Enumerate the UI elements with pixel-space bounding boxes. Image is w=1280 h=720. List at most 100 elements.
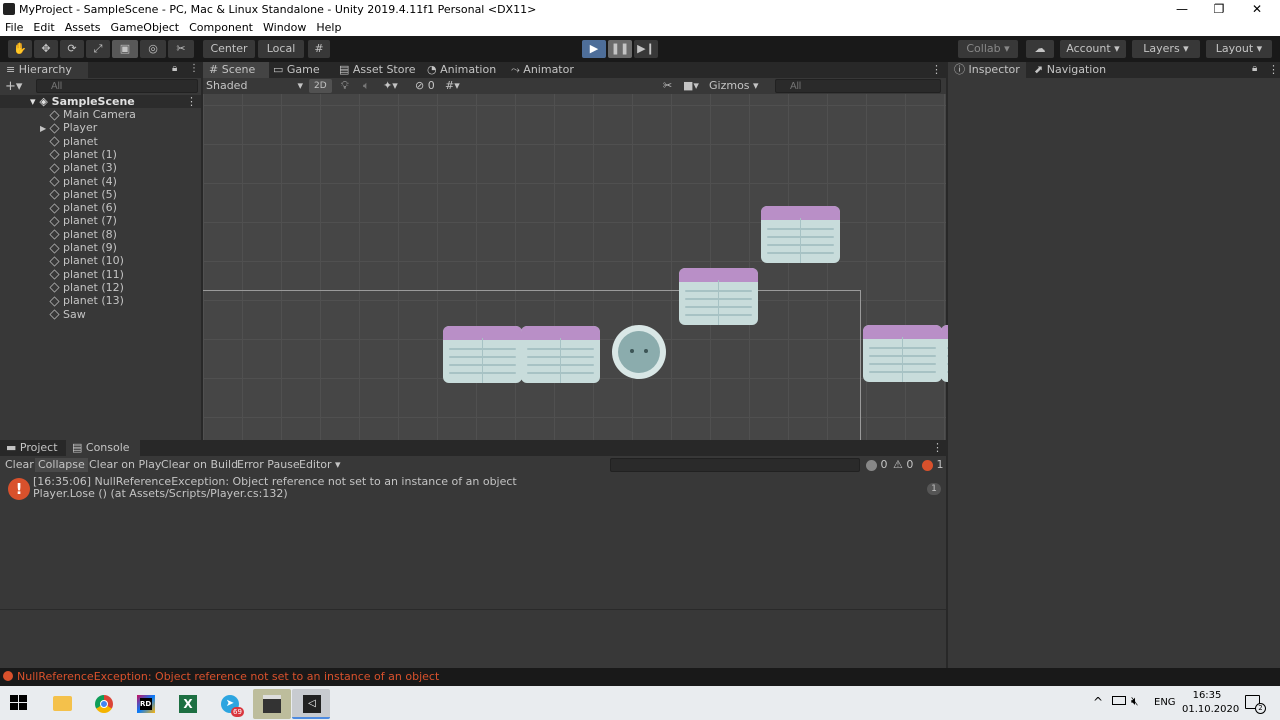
menu-help[interactable]: Help <box>311 19 346 36</box>
hierarchy-search-input[interactable] <box>36 79 198 93</box>
windows-start-icon[interactable] <box>10 695 28 711</box>
error-pause-button[interactable]: Error Pause <box>234 458 303 472</box>
hierarchy-item[interactable]: planet (11) <box>0 268 124 281</box>
hierarchy-item[interactable]: planet (8) <box>0 228 117 241</box>
hierarchy-item[interactable]: planet (7) <box>0 214 117 227</box>
tab-animation[interactable]: ◔ Animation <box>427 62 496 78</box>
unity-taskbar-icon[interactable]: ◁ <box>292 689 330 719</box>
saw-sprite[interactable] <box>612 325 666 379</box>
hierarchy-item[interactable]: planet (13) <box>0 294 124 307</box>
notification-icon[interactable]: 2 <box>1245 695 1266 714</box>
tab-project[interactable]: ▬ Project <box>0 440 58 456</box>
clear-on-build-button[interactable]: Clear on Build <box>158 458 241 472</box>
hierarchy-item[interactable]: Saw <box>0 308 86 321</box>
pause-button[interactable]: ❚❚ <box>608 40 632 58</box>
shading-dropdown[interactable]: Shaded ▾ <box>206 78 303 94</box>
grid-snap-icon[interactable]: # <box>308 40 330 58</box>
console-menu-icon[interactable]: ⋮ <box>932 441 943 454</box>
scene-viewport[interactable] <box>203 94 1020 440</box>
gizmos-dropdown[interactable]: Gizmos ▾ <box>709 78 765 94</box>
lighting-icon[interactable]: 💡︎ <box>341 79 349 93</box>
planet-sprite[interactable] <box>443 326 522 383</box>
tab-inspector[interactable]: ⓘ Inspector <box>948 62 1026 78</box>
menu-edit[interactable]: Edit <box>28 19 59 36</box>
hierarchy-item[interactable]: planet (3) <box>0 161 117 174</box>
tab-animator[interactable]: ⤳ Animator <box>511 62 574 78</box>
custom-tool-icon[interactable]: ✂ <box>168 40 194 58</box>
panel-menu-icon[interactable]: ⋮ <box>189 63 199 74</box>
volume-icon[interactable]: 🔇︎ <box>1131 694 1139 709</box>
expand-arrow-icon[interactable]: ▶ <box>40 122 50 135</box>
audio-icon[interactable]: 🔈︎ <box>363 79 370 93</box>
menu-gameobject[interactable]: GameObject <box>106 19 185 36</box>
error-toggle[interactable]: 1 <box>922 458 944 472</box>
console-search-input[interactable] <box>610 458 860 472</box>
planet-sprite[interactable] <box>761 206 840 263</box>
hierarchy-item[interactable]: Main Camera <box>0 108 136 121</box>
warning-toggle[interactable]: ⚠ 0 <box>893 458 913 472</box>
hand-tool-icon[interactable]: ✋ <box>8 40 32 58</box>
hierarchy-item[interactable]: planet (9) <box>0 241 117 254</box>
camera-icon[interactable]: ■▾ <box>683 79 699 92</box>
chrome-icon[interactable] <box>85 689 123 719</box>
effects-icon[interactable]: ✦▾ <box>383 79 398 92</box>
collab-dropdown[interactable]: Collab ▾ <box>958 40 1018 58</box>
scene-root-item[interactable]: ▾ ◈ SampleScene <box>0 95 201 108</box>
hierarchy-item[interactable]: ▶ Player <box>0 121 97 134</box>
2d-toggle[interactable]: 2D <box>309 79 332 93</box>
battery-icon[interactable] <box>1112 696 1126 705</box>
step-button[interactable]: ▶❙ <box>634 40 658 58</box>
hierarchy-item[interactable]: planet <box>0 135 98 148</box>
rider-icon[interactable]: RD <box>127 689 165 719</box>
planet-sprite[interactable] <box>679 268 758 325</box>
clear-button[interactable]: Clear <box>2 458 37 472</box>
hierarchy-item[interactable]: planet (10) <box>0 254 124 267</box>
scene-menu-icon[interactable]: ⋮ <box>186 95 197 108</box>
cloud-icon[interactable]: ☁ <box>1026 40 1054 58</box>
console-entry[interactable]: ! [16:35:06] NullReferenceException: Obj… <box>0 473 946 507</box>
move-tool-icon[interactable]: ✥ <box>34 40 58 58</box>
media-app-icon[interactable] <box>253 689 291 719</box>
hierarchy-item[interactable]: planet (4) <box>0 175 117 188</box>
pivot-center-button[interactable]: Center <box>203 40 255 58</box>
menu-component[interactable]: Component <box>184 19 258 36</box>
layout-dropdown[interactable]: Layout ▾ <box>1206 40 1272 58</box>
hierarchy-item[interactable]: planet (12) <box>0 281 124 294</box>
pivot-local-button[interactable]: Local <box>258 40 304 58</box>
lock-icon[interactable]: 🔒︎ <box>172 63 177 74</box>
tab-console[interactable]: ▤ Console <box>66 440 140 456</box>
tray-chevron-icon[interactable]: ^ <box>1093 695 1103 709</box>
hierarchy-item[interactable]: planet (6) <box>0 201 117 214</box>
planet-sprite[interactable] <box>521 326 600 383</box>
inspector-menu-icon[interactable]: ⋮ <box>1268 63 1279 76</box>
tab-asset-store[interactable]: ▤ Asset Store <box>339 62 416 78</box>
scale-tool-icon[interactable]: ⤢ <box>86 40 110 58</box>
scene-menu-icon[interactable]: ⋮ <box>931 63 942 76</box>
hierarchy-item[interactable]: planet (5) <box>0 188 117 201</box>
hierarchy-item[interactable]: planet (1) <box>0 148 117 161</box>
inspector-lock-icon[interactable]: 🔒︎ <box>1252 63 1257 74</box>
excel-icon[interactable]: X <box>169 689 207 719</box>
log-toggle[interactable]: 0 <box>866 458 888 472</box>
telegram-icon[interactable]: ➤ 69 <box>211 689 249 719</box>
rect-tool-icon[interactable]: ▣ <box>112 40 138 58</box>
tab-hierarchy[interactable]: ≡ Hierarchy <box>0 62 88 78</box>
rotate-tool-icon[interactable]: ⟳ <box>60 40 84 58</box>
menu-file[interactable]: File <box>0 19 28 36</box>
scene-search-input[interactable] <box>775 79 941 93</box>
status-bar[interactable]: NullReferenceException: Object reference… <box>0 668 1280 686</box>
close-button[interactable]: ✕ <box>1234 0 1280 19</box>
tab-scene[interactable]: # Scene <box>203 62 269 78</box>
account-dropdown[interactable]: Account ▾ <box>1060 40 1126 58</box>
hidden-objects-icon[interactable]: ⊘ 0 <box>415 79 435 92</box>
planet-sprite[interactable] <box>863 325 942 382</box>
play-button[interactable]: ▶ <box>582 40 606 58</box>
menu-assets[interactable]: Assets <box>60 19 106 36</box>
file-explorer-icon[interactable] <box>43 689 81 719</box>
grid-toggle-icon[interactable]: #▾ <box>445 79 460 92</box>
tools-icon[interactable]: ✂ <box>663 79 672 92</box>
clear-on-play-button[interactable]: Clear on Play <box>86 458 164 472</box>
tab-navigation[interactable]: ⬈ Navigation <box>1034 62 1106 78</box>
transform-tool-icon[interactable]: ◎ <box>140 40 166 58</box>
language-indicator[interactable]: ENG <box>1154 697 1176 708</box>
